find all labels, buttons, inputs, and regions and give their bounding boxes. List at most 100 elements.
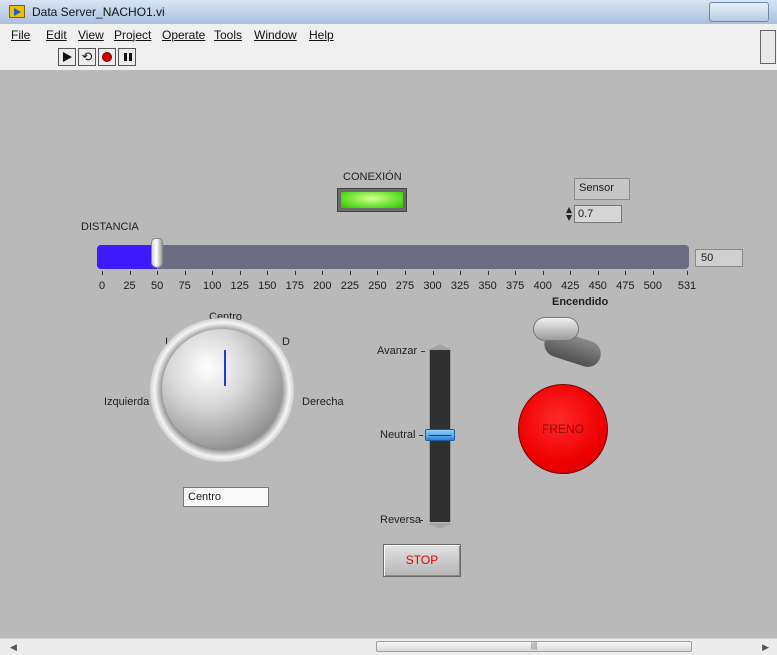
distancia-tick <box>129 271 131 275</box>
sensor-value[interactable]: 0.7 <box>574 205 622 223</box>
spinner-up-icon[interactable] <box>566 207 572 213</box>
spinner-down-icon[interactable] <box>566 215 572 221</box>
window-controls[interactable] <box>709 2 769 22</box>
knob-indicator <box>224 350 226 386</box>
distancia-tick <box>239 271 241 275</box>
run-arrow-icon[interactable] <box>58 48 76 66</box>
horizontal-scrollbar[interactable]: ◀ ||| ▶ <box>0 638 777 655</box>
distancia-tick-label: 200 <box>313 280 332 292</box>
distancia-tick <box>184 271 186 275</box>
scroll-left-icon[interactable]: ◀ <box>10 642 17 653</box>
distancia-tick-label: 450 <box>588 280 607 292</box>
distancia-tick <box>404 271 406 275</box>
distancia-tick <box>157 271 159 275</box>
vi-connector-icon[interactable] <box>760 30 776 64</box>
direction-knob[interactable] <box>162 329 282 449</box>
distancia-tick <box>487 271 489 275</box>
menu-window[interactable]: Window <box>254 28 297 42</box>
conexion-led <box>337 188 407 212</box>
sensor-label: Sensor <box>579 182 614 194</box>
distancia-tick-label: 50 <box>150 280 164 292</box>
distancia-tick-label: 500 <box>643 280 663 292</box>
abort-icon[interactable] <box>98 48 116 66</box>
toggle-plate <box>533 317 579 341</box>
menu-help[interactable]: Help <box>309 28 334 42</box>
distancia-tick-label: 325 <box>450 280 470 292</box>
distancia-tick <box>212 271 214 275</box>
menu-operate[interactable]: Operate <box>162 28 205 42</box>
scroll-right-icon[interactable]: ▶ <box>762 642 769 653</box>
distancia-tick-label: 0 <box>98 280 106 292</box>
distancia-tick <box>687 271 688 275</box>
sensor-label-box: Sensor <box>574 178 630 200</box>
slider-cap-bottom <box>428 523 452 529</box>
distancia-tick-label: 400 <box>533 280 552 292</box>
menu-project[interactable]: Project <box>114 28 151 42</box>
distancia-tick <box>267 271 269 275</box>
distancia-tick-label: 175 <box>285 280 304 292</box>
vslider-label-reversa: Reversa <box>380 514 421 526</box>
vslider-tick <box>419 435 423 436</box>
vslider-label-avanzar: Avanzar <box>377 345 418 357</box>
knob-label-d: D <box>282 336 290 348</box>
freno-button[interactable]: FRENO <box>518 384 608 474</box>
stop-button[interactable]: STOP <box>383 544 461 577</box>
pause-icon[interactable] <box>118 48 136 66</box>
distancia-tick <box>102 271 103 275</box>
distancia-tick <box>294 271 296 275</box>
distancia-tick-label: 150 <box>258 280 277 292</box>
menu-view[interactable]: View <box>78 28 104 42</box>
distancia-tick-label: 100 <box>202 280 222 292</box>
marcha-slider-thumb[interactable] <box>425 429 455 441</box>
distancia-tick <box>377 271 379 275</box>
vslider-tick <box>421 351 425 352</box>
distancia-tick-label: 375 <box>505 280 525 292</box>
distancia-tick-label: 75 <box>178 280 191 292</box>
distancia-tick-label: 250 <box>368 280 387 292</box>
distancia-tick <box>515 271 517 275</box>
distancia-tick <box>570 271 572 275</box>
distancia-tick-label: 275 <box>395 280 415 292</box>
distancia-fill <box>97 245 158 269</box>
distancia-tick-label: 225 <box>340 280 360 292</box>
menu-file[interactable]: File <box>11 28 30 42</box>
sensor-spinner[interactable] <box>566 205 573 223</box>
distancia-tick-label: 300 <box>423 280 442 292</box>
encendido-label: Encendido <box>552 296 609 308</box>
distancia-tick <box>460 271 462 275</box>
encendido-toggle-switch[interactable] <box>527 311 605 371</box>
distancia-slider-thumb[interactable] <box>151 238 164 268</box>
distancia-tick <box>349 271 351 275</box>
toolbar: ⟲ <box>0 44 777 71</box>
distancia-tick <box>625 271 627 275</box>
distancia-tick-label: 425 <box>561 280 580 292</box>
title-bar: Data Server_NACHO1.vi <box>0 0 777 24</box>
labview-vi-icon <box>9 5 25 18</box>
menu-bar: File Edit View Project Operate Tools Win… <box>0 24 777 44</box>
menu-tools[interactable]: Tools <box>214 28 242 42</box>
knob-label-izquierda: Izquierda <box>104 396 150 408</box>
distancia-tick <box>652 271 654 275</box>
distancia-value[interactable]: 50 <box>695 249 743 267</box>
distancia-tick-label: 350 <box>478 280 497 292</box>
vslider-tick <box>419 520 423 521</box>
distancia-tick-label: 475 <box>616 280 635 292</box>
distancia-tick <box>322 271 324 275</box>
distancia-label: DISTANCIA <box>81 221 139 233</box>
distancia-tick-label: 25 <box>123 280 136 292</box>
conexion-label: CONEXIÓN <box>343 171 402 183</box>
distancia-tick <box>542 271 544 275</box>
distancia-slider[interactable] <box>97 245 689 269</box>
direction-display: Centro <box>183 487 269 507</box>
menu-edit[interactable]: Edit <box>46 28 67 42</box>
distancia-tick-label: 125 <box>230 280 249 292</box>
led-lamp <box>341 192 403 208</box>
run-continuously-icon[interactable]: ⟲ <box>78 48 96 66</box>
distancia-tick-label: 531 <box>677 280 697 292</box>
knob-label-derecha: Derecha <box>302 396 344 408</box>
vslider-label-neutral: Neutral <box>380 429 416 441</box>
scrollbar-thumb[interactable]: ||| <box>376 641 692 652</box>
distancia-tick <box>432 271 434 275</box>
distancia-tick <box>597 271 599 275</box>
window-title: Data Server_NACHO1.vi <box>32 5 165 19</box>
